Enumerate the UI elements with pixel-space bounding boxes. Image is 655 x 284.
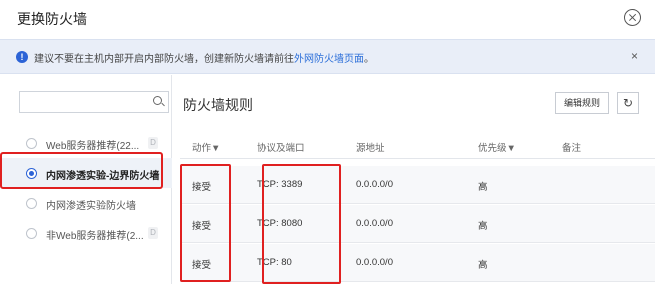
rule-priority: 高 <box>478 221 488 232</box>
rules-table-header: 动作▼ 协议及端口 源地址 优先级▼ 备注 <box>180 132 655 159</box>
notice-text: 建议不要在主机内部开启内部防火墙，创建新防火墙请前往外网防火墙页面。 <box>34 50 374 65</box>
radio-unchecked[interactable] <box>26 138 37 149</box>
notice-message: 建议不要在主机内部开启内部防火墙，创建新防火墙请前往 <box>34 54 294 65</box>
firewall-item[interactable]: 非Web服务器推荐(2... D <box>0 218 172 248</box>
column-header-remark: 备注 <box>562 143 582 154</box>
table-row: 接受 TCP: 3389 0.0.0.0/0 高 <box>180 166 655 204</box>
radio-unchecked[interactable] <box>26 198 37 209</box>
rule-priority: 高 <box>478 260 488 271</box>
notice-bar: ! 建议不要在主机内部开启内部防火墙，创建新防火墙请前往外网防火墙页面。 × <box>0 39 655 74</box>
highlight-box-action-column <box>180 164 231 282</box>
external-firewall-link[interactable]: 外网防火墙页面 <box>294 54 364 65</box>
table-row: 接受 TCP: 8080 0.0.0.0/0 高 <box>180 205 655 243</box>
rule-source: 0.0.0.0/0 <box>356 257 393 268</box>
firewall-item-label: 内网渗透实验防火墙 <box>46 201 136 212</box>
notice-suffix: 。 <box>364 54 374 65</box>
radio-unchecked[interactable] <box>26 228 37 239</box>
firewall-search-input[interactable] <box>19 91 169 113</box>
column-header-priority[interactable]: 优先级▼ <box>478 140 516 154</box>
dialog-header: 更换防火墙 <box>0 0 655 38</box>
info-icon: ! <box>16 51 28 63</box>
highlight-box-port-column <box>262 164 341 284</box>
close-icon[interactable] <box>624 9 641 26</box>
column-header-protocol-port: 协议及端口 <box>257 143 305 154</box>
firewall-item-label: Web服务器推荐(22... <box>46 141 140 152</box>
firewall-item-label: 非Web服务器推荐(2... <box>46 231 144 242</box>
table-row: 接受 TCP: 80 0.0.0.0/0 高 <box>180 244 655 282</box>
search-icon[interactable] <box>153 96 162 105</box>
dialog-title: 更换防火墙 <box>17 11 87 27</box>
column-header-action[interactable]: 动作▼ <box>192 140 220 154</box>
rules-title: 防火墙规则 <box>183 97 253 113</box>
column-header-source: 源地址 <box>356 143 385 154</box>
rule-source: 0.0.0.0/0 <box>356 218 393 229</box>
rule-priority: 高 <box>478 182 488 193</box>
edit-rules-button[interactable]: 编辑规则 <box>555 92 609 114</box>
default-badge: D <box>148 227 158 239</box>
refresh-icon[interactable]: ↻ <box>617 92 639 114</box>
notice-close-icon[interactable]: × <box>631 49 638 63</box>
highlight-box-selected-firewall <box>0 152 163 189</box>
rule-source: 0.0.0.0/0 <box>356 179 393 190</box>
firewall-item[interactable]: 内网渗透实验防火墙 <box>0 188 172 218</box>
rules-panel: 防火墙规则 编辑规则 ↻ 动作▼ 协议及端口 源地址 优先级▼ 备注 接受 TC… <box>173 75 655 284</box>
default-badge: D <box>148 137 158 149</box>
